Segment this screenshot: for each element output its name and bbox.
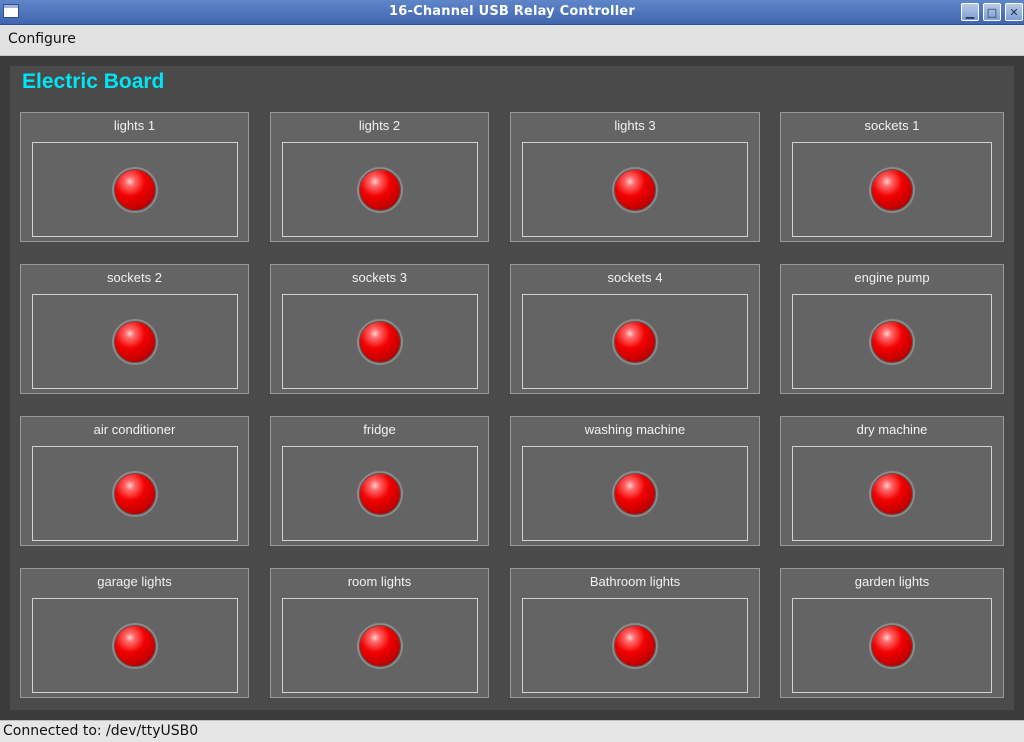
relay-led-button[interactable] — [869, 318, 915, 365]
relay-panel: lights 3 — [510, 112, 760, 242]
maximize-button[interactable]: □ — [983, 3, 1001, 21]
relay-frame — [32, 142, 238, 237]
relay-led-button[interactable] — [869, 622, 915, 669]
relay-panel: washing machine — [510, 416, 760, 546]
relay-led-button[interactable] — [612, 166, 658, 213]
relay-frame — [522, 446, 748, 541]
status-bar: Connected to: /dev/ttyUSB0 — [0, 720, 1024, 742]
relay-frame — [522, 142, 748, 237]
connection-status: Connected to: /dev/ttyUSB0 — [3, 723, 199, 739]
relay-label: garage lights — [97, 574, 172, 589]
relay-panel: Bathroom lights — [510, 568, 760, 698]
relay-label: lights 2 — [358, 118, 401, 133]
relay-label: lights 1 — [113, 118, 156, 133]
relay-led-button[interactable] — [112, 166, 158, 213]
relay-frame — [282, 446, 478, 541]
relay-led-button[interactable] — [612, 622, 658, 669]
relay-panel: garage lights — [20, 568, 249, 698]
relay-frame — [792, 294, 992, 389]
relay-frame — [792, 598, 992, 693]
close-icon: ✕ — [1009, 5, 1019, 19]
minimize-icon: ▁ — [965, 5, 975, 19]
maximize-icon: □ — [986, 5, 998, 19]
relay-led-button[interactable] — [112, 622, 158, 669]
relay-panel: sockets 1 — [780, 112, 1004, 242]
relay-frame — [32, 598, 238, 693]
close-button[interactable]: ✕ — [1005, 3, 1023, 21]
board-title: Electric Board — [22, 70, 165, 93]
relay-label: sockets 3 — [352, 270, 407, 285]
relay-led-button[interactable] — [357, 166, 403, 213]
relay-panel: lights 1 — [20, 112, 249, 242]
relay-label: sockets 4 — [607, 270, 663, 285]
relay-panel: fridge — [270, 416, 489, 546]
relay-label: engine pump — [854, 270, 930, 285]
relay-led-button[interactable] — [869, 470, 915, 517]
relay-panel: sockets 4 — [510, 264, 760, 394]
relay-panel: garden lights — [780, 568, 1004, 698]
relay-led-button[interactable] — [357, 622, 403, 669]
window-title: 16-Channel USB Relay Controller — [389, 4, 635, 19]
relay-led-button[interactable] — [112, 470, 158, 517]
relay-led-button[interactable] — [612, 470, 658, 517]
relay-frame — [32, 294, 238, 389]
relay-label: garden lights — [854, 574, 930, 589]
relay-led-button[interactable] — [612, 318, 658, 365]
relay-label: room lights — [347, 574, 412, 589]
relay-frame — [32, 446, 238, 541]
relay-frame — [522, 598, 748, 693]
relay-frame — [282, 598, 478, 693]
relay-panel: room lights — [270, 568, 489, 698]
relay-label: sockets 2 — [107, 270, 162, 285]
relay-frame — [792, 142, 992, 237]
relay-label: fridge — [363, 422, 396, 437]
relay-frame — [282, 142, 478, 237]
menu-configure[interactable]: Configure — [8, 31, 76, 47]
relay-panel: sockets 3 — [270, 264, 489, 394]
relay-panel: lights 2 — [270, 112, 489, 242]
main-area: Electric Board lights 1 lights 2 lights … — [0, 56, 1024, 720]
relay-label: dry machine — [856, 422, 928, 437]
relay-frame — [792, 446, 992, 541]
relay-frame — [522, 294, 748, 389]
minimize-button[interactable]: ▁ — [961, 3, 979, 21]
title-bar: 16-Channel USB Relay Controller ▁ □ ✕ — [0, 0, 1024, 25]
relay-label: lights 3 — [614, 118, 656, 133]
relay-label: washing machine — [584, 422, 686, 437]
relay-led-button[interactable] — [112, 318, 158, 365]
electric-board-panel: Electric Board lights 1 lights 2 lights … — [10, 66, 1014, 710]
relay-led-button[interactable] — [357, 318, 403, 365]
relay-frame — [282, 294, 478, 389]
relay-label: sockets 1 — [864, 118, 920, 133]
relay-label: air conditioner — [93, 422, 176, 437]
relay-led-button[interactable] — [869, 166, 915, 213]
relay-panel: dry machine — [780, 416, 1004, 546]
relay-panel: air conditioner — [20, 416, 249, 546]
relay-label: Bathroom lights — [589, 574, 681, 589]
relay-led-button[interactable] — [357, 470, 403, 517]
relay-panel: sockets 2 — [20, 264, 249, 394]
menu-bar: Configure — [0, 25, 1024, 56]
relay-panel: engine pump — [780, 264, 1004, 394]
